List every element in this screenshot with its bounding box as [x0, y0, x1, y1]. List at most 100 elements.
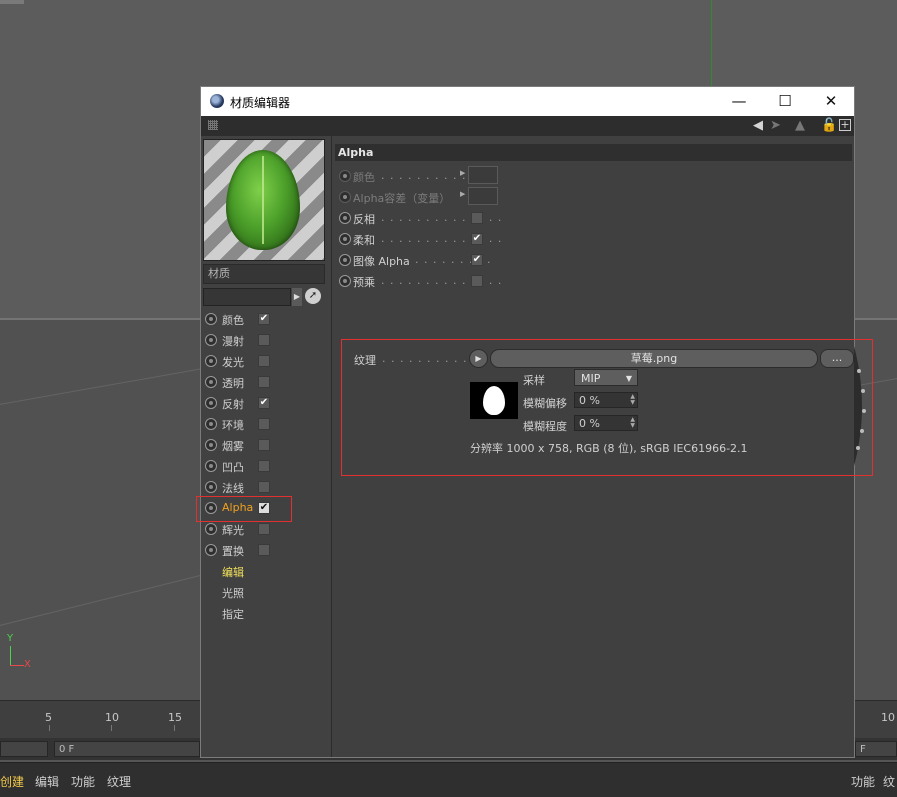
channel-radio[interactable]	[205, 355, 217, 367]
color-swatch[interactable]	[468, 187, 498, 205]
material-editor-window: 材质编辑器 — ☐ ✕ ◀ ➤ ▲ 🔓 + 材质 ▶ ➚ 颜色 ✔ 漫射 发光 …	[196, 86, 873, 758]
channel-checkbox[interactable]	[258, 460, 270, 472]
param-label: 图像 Alpha	[353, 255, 410, 268]
channel-checkbox[interactable]	[258, 376, 270, 388]
menu-create[interactable]: 创建	[0, 773, 24, 790]
channel-displacement[interactable]: 置换	[201, 540, 329, 560]
channel-checkbox[interactable]	[258, 418, 270, 430]
param-radio[interactable]	[339, 170, 351, 182]
close-button[interactable]: ✕	[808, 87, 854, 116]
back-arrow-icon[interactable]: ◀	[753, 118, 763, 133]
channel-radio[interactable]	[205, 334, 217, 346]
param-label: Alpha容差（变量）	[353, 192, 451, 205]
channel-reflectance[interactable]: 反射 ✔	[201, 393, 329, 413]
param-radio[interactable]	[339, 254, 351, 266]
channel-label: 漫射	[222, 335, 244, 348]
expand-arrow-icon[interactable]: ▶	[460, 169, 465, 177]
param-color[interactable]: 颜色 . . . . . . . . . . . . ▶	[335, 166, 755, 186]
channel-environment[interactable]: 环境	[201, 414, 329, 434]
channel-radio[interactable]	[205, 523, 217, 535]
expand-arrow-icon[interactable]: ▶	[460, 190, 465, 198]
channel-checkbox[interactable]	[258, 355, 270, 367]
channel-color[interactable]: 颜色 ✔	[201, 309, 329, 329]
channel-radio[interactable]	[205, 376, 217, 388]
channel-checkbox[interactable]	[258, 544, 270, 556]
timeline-tick: 10	[881, 711, 895, 724]
param-image-alpha[interactable]: 图像 Alpha . . . . . . . . . ✔	[335, 250, 755, 270]
channel-checkbox[interactable]	[258, 439, 270, 451]
param-radio[interactable]	[339, 233, 351, 245]
axis-gizmo-y-line	[10, 646, 11, 666]
menu-function-right[interactable]: 功能	[851, 773, 875, 790]
material-name-field[interactable]: 材质	[203, 264, 325, 284]
channel-label: 烟雾	[222, 440, 244, 453]
channel-luminance[interactable]: 发光	[201, 351, 329, 371]
section-illumination[interactable]: 光照	[222, 585, 244, 601]
channel-checkbox[interactable]	[258, 481, 270, 493]
pick-cursor-icon[interactable]: ➚	[305, 288, 321, 304]
maximize-button[interactable]: ☐	[762, 87, 808, 116]
channel-radio[interactable]	[205, 397, 217, 409]
param-radio[interactable]	[339, 191, 351, 203]
material-preview[interactable]	[203, 139, 325, 261]
channel-radio[interactable]	[205, 544, 217, 556]
channel-radio[interactable]	[205, 460, 217, 472]
param-soft[interactable]: 柔和 . . . . . . . . . . . . . . ✔	[335, 229, 755, 249]
param-checkbox[interactable]	[471, 275, 483, 287]
material-menu-arrow[interactable]: ▶	[292, 288, 302, 306]
channel-normal[interactable]: 法线	[201, 477, 329, 497]
channel-properties-panel: Alpha 颜色 . . . . . . . . . . . . ▶ Alpha…	[332, 136, 873, 757]
timeline-tick: 10	[105, 711, 119, 724]
axis-y-label: Y	[7, 633, 14, 644]
channel-label: 凹凸	[222, 461, 244, 474]
frame-start-field[interactable]	[0, 741, 48, 757]
channel-bump[interactable]: 凹凸	[201, 456, 329, 476]
param-premultiply[interactable]: 预乘 . . . . . . . . . . . . . .	[335, 271, 755, 291]
param-radio[interactable]	[339, 212, 351, 224]
channel-checkbox[interactable]: ✔	[258, 313, 270, 325]
section-assignment[interactable]: 指定	[222, 606, 244, 622]
color-swatch[interactable]	[468, 166, 498, 184]
channel-radio[interactable]	[205, 418, 217, 430]
frame-end-field[interactable]: F	[855, 741, 897, 757]
material-link-field[interactable]	[203, 288, 291, 306]
channel-fog[interactable]: 烟雾	[201, 435, 329, 455]
lock-icon[interactable]: 🔓	[821, 118, 837, 133]
up-arrow-icon[interactable]: ▲	[795, 118, 805, 133]
channel-list-panel: 材质 ▶ ➚ 颜色 ✔ 漫射 发光 透明 反射 ✔ 环境 烟雾 凹凸 法线 Al…	[196, 136, 332, 757]
channel-radio[interactable]	[205, 481, 217, 493]
param-checkbox[interactable]	[471, 212, 483, 224]
channel-transparency[interactable]: 透明	[201, 372, 329, 392]
minimize-button[interactable]: —	[716, 87, 762, 116]
param-invert[interactable]: 反相 . . . . . . . . . . . . . .	[335, 208, 755, 228]
new-window-icon[interactable]: +	[839, 119, 851, 131]
axis-x-label: X	[24, 659, 31, 670]
menu-function[interactable]: 功能	[71, 773, 95, 790]
section-editor[interactable]: 编辑	[222, 564, 244, 580]
viewport-corner-tab	[0, 0, 24, 4]
menu-edit[interactable]: 编辑	[35, 773, 59, 790]
window-titlebar[interactable]: 材质编辑器 — ☐ ✕	[201, 87, 854, 116]
channel-diffusion[interactable]: 漫射	[201, 330, 329, 350]
channel-checkbox[interactable]	[258, 523, 270, 535]
channel-radio[interactable]	[205, 313, 217, 325]
channel-radio[interactable]	[205, 439, 217, 451]
channel-glow[interactable]: 辉光	[201, 519, 329, 539]
param-checkbox[interactable]: ✔	[471, 233, 483, 245]
current-frame-field[interactable]: 0 F	[54, 741, 200, 757]
param-alpha-tolerance[interactable]: Alpha容差（变量） ▶	[335, 187, 755, 207]
channel-checkbox[interactable]	[258, 334, 270, 346]
alpha-group-header[interactable]: Alpha	[335, 144, 852, 161]
param-dots: . . . . . . . . . . . . . .	[381, 232, 503, 245]
param-label: 柔和	[353, 234, 375, 247]
toolbar-grip-icon[interactable]	[208, 120, 218, 130]
timeline-tick: 5	[45, 711, 52, 724]
timeline-tick-mark	[174, 725, 175, 731]
menu-texture[interactable]: 纹理	[107, 773, 131, 790]
forward-arrow-icon[interactable]: ➤	[770, 118, 781, 133]
param-radio[interactable]	[339, 275, 351, 287]
channel-label: 发光	[222, 356, 244, 369]
menu-texture-right[interactable]: 纹	[883, 773, 895, 790]
param-checkbox[interactable]: ✔	[471, 254, 483, 266]
channel-checkbox[interactable]: ✔	[258, 397, 270, 409]
